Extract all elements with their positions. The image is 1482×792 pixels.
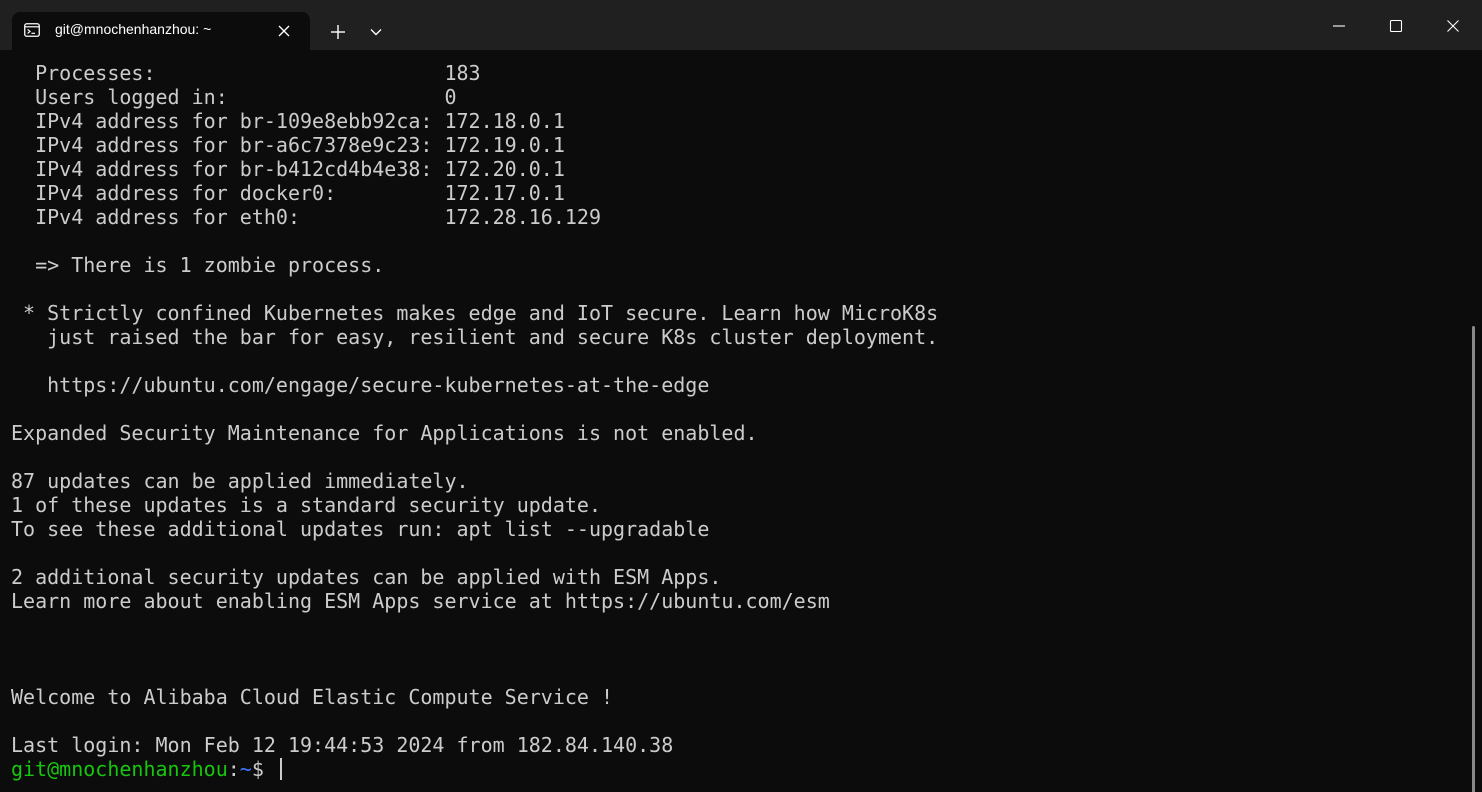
terminal-line: Welcome to Alibaba Cloud Elastic Compute…	[11, 685, 614, 709]
new-tab-button[interactable]	[324, 18, 352, 46]
terminal-icon	[24, 22, 40, 38]
terminal-line: Processes: 183	[11, 61, 481, 85]
title-bar[interactable]: git@mnochenhanzhou: ~	[0, 0, 1482, 50]
minimize-button[interactable]	[1310, 0, 1368, 50]
terminal-line: just raised the bar for easy, resilient …	[11, 325, 939, 349]
terminal-line: 1 of these updates is a standard securit…	[11, 493, 602, 517]
prompt-colon: :	[227, 757, 240, 781]
prompt-symbol: $	[251, 757, 276, 781]
maximize-icon	[1389, 19, 1403, 33]
terminal-line: => There is 1 zombie process.	[11, 253, 385, 277]
minimize-icon	[1333, 25, 1345, 27]
terminal-line: * Strictly confined Kubernetes makes edg…	[11, 301, 939, 325]
terminal-line: IPv4 address for docker0: 172.17.0.1	[11, 181, 565, 205]
terminal-lines: Processes: 183 Users logged in: 0 IPv4 a…	[11, 61, 938, 757]
tab-active[interactable]: git@mnochenhanzhou: ~	[12, 12, 310, 50]
terminal-line: Last login: Mon Feb 12 19:44:53 2024 fro…	[11, 733, 674, 757]
terminal-window: git@mnochenhanzhou: ~ Processes: 183 Use…	[0, 0, 1482, 792]
terminal-line: IPv4 address for br-109e8ebb92ca: 172.18…	[11, 109, 565, 133]
terminal-output[interactable]: Processes: 183 Users logged in: 0 IPv4 a…	[0, 50, 1482, 792]
vertical-scrollbar[interactable]	[1472, 326, 1475, 792]
tab-dropdown-button[interactable]	[362, 18, 390, 46]
terminal-line: IPv4 address for br-a6c7378e9c23: 172.19…	[11, 133, 565, 157]
terminal-line: IPv4 address for eth0: 172.28.16.129	[11, 205, 602, 229]
terminal-line[interactable]: Learn more about enabling ESM Apps servi…	[11, 589, 938, 613]
prompt-user-host: git@mnochenhanzhou	[11, 757, 228, 781]
plus-icon	[331, 25, 345, 39]
command-prompt[interactable]: git@mnochenhanzhou:~$	[11, 757, 282, 781]
close-icon[interactable]	[276, 23, 292, 39]
tab-title: git@mnochenhanzhou: ~	[55, 21, 212, 37]
terminal-line: Expanded Security Maintenance for Applic…	[11, 421, 758, 445]
terminal-line: 2 additional security updates can be app…	[11, 565, 722, 589]
terminal-line[interactable]: https://ubuntu.com/engage/secure-kuberne…	[11, 373, 938, 397]
chevron-down-icon	[370, 29, 382, 36]
close-window-button[interactable]	[1424, 0, 1482, 50]
prompt-path: ~	[239, 757, 252, 781]
text-cursor[interactable]	[279, 758, 282, 780]
terminal-line: 87 updates can be applied immediately.	[11, 469, 469, 493]
maximize-button[interactable]	[1367, 0, 1425, 50]
close-icon	[1447, 20, 1459, 32]
terminal-line: Users logged in: 0	[11, 85, 457, 109]
terminal-line: IPv4 address for br-b412cd4b4e38: 172.20…	[11, 157, 565, 181]
terminal-line: To see these additional updates run: apt…	[11, 517, 710, 541]
